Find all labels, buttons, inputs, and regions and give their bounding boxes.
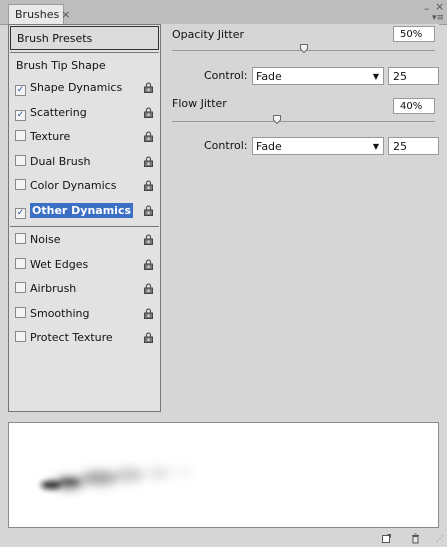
- opacity-control-value: Fade: [256, 70, 282, 83]
- opacity-jitter-input[interactable]: 50%: [393, 26, 435, 42]
- new-preset-icon[interactable]: [381, 533, 392, 544]
- option-item[interactable]: ✓ Other Dynamics: [9, 200, 160, 225]
- lock-icon[interactable]: [144, 204, 153, 216]
- lock-icon[interactable]: [144, 307, 153, 319]
- opacity-jitter-slider-thumb[interactable]: [300, 44, 308, 53]
- brush-tip-shape-item[interactable]: Brush Tip Shape: [9, 55, 160, 77]
- dropdown-arrow-icon: ▼: [372, 142, 379, 151]
- checkbox[interactable]: ✓: [15, 109, 26, 121]
- tab-brushes[interactable]: Brushes ×: [8, 4, 70, 24]
- brush-stroke-preview-image: [41, 467, 194, 489]
- option-item[interactable]: ✓ Scattering: [9, 102, 160, 127]
- brush-presets-button[interactable]: Brush Presets: [10, 26, 159, 50]
- checkbox[interactable]: ✓: [15, 85, 26, 96]
- flow-control-select[interactable]: Fade ▼: [252, 137, 384, 155]
- flow-jitter-slider-thumb[interactable]: [273, 115, 281, 124]
- option-item[interactable]: Wet Edges: [9, 254, 160, 279]
- minimize-icon[interactable]: –: [424, 3, 430, 14]
- flow-fade-steps-input[interactable]: 25: [388, 137, 439, 155]
- lock-icon[interactable]: [144, 332, 153, 343]
- dropdown-arrow-icon: ▼: [372, 72, 379, 81]
- option-item[interactable]: Texture: [9, 126, 160, 151]
- option-label: Color Dynamics: [30, 179, 117, 192]
- checkbox[interactable]: [15, 306, 26, 318]
- option-label: Noise: [30, 233, 61, 246]
- flow-jitter-label: Flow Jitter: [172, 97, 227, 110]
- flow-jitter-slider-track[interactable]: [172, 121, 435, 122]
- lock-icon[interactable]: [144, 82, 153, 93]
- brush-tip-shape-label: Brush Tip Shape: [16, 59, 106, 72]
- settings-area: Opacity Jitter 50% Control: Fade ▼ 25 Fl…: [172, 24, 439, 414]
- checkbox[interactable]: [15, 331, 26, 342]
- brush-settings-panel: Brush Presets Brush Tip Shape ✓ Shape Dyn…: [8, 24, 439, 414]
- lock-icon[interactable]: [144, 283, 153, 294]
- option-label: Shape Dynamics: [30, 81, 123, 94]
- flow-control-value: Fade: [256, 140, 282, 153]
- brush-stroke-preview: [8, 422, 439, 528]
- lock-icon[interactable]: [144, 131, 153, 142]
- lock-icon[interactable]: [144, 234, 153, 245]
- checkbox[interactable]: [15, 282, 26, 293]
- flow-jitter-input[interactable]: 40%: [393, 98, 435, 114]
- panel-bottom-bar: ⋰: [0, 530, 447, 547]
- opacity-control-select[interactable]: Fade ▼: [252, 67, 384, 85]
- brush-options-list: Brush Presets Brush Tip Shape ✓ Shape Dyn…: [8, 24, 161, 412]
- close-icon[interactable]: ×: [435, 1, 444, 12]
- option-item[interactable]: Airbrush: [9, 278, 160, 303]
- option-item[interactable]: Color Dynamics: [9, 175, 160, 200]
- option-label: Wet Edges: [30, 257, 89, 271]
- checkbox[interactable]: [15, 130, 26, 141]
- option-label: Protect Texture: [30, 331, 113, 344]
- opacity-control-label: Control:: [204, 69, 248, 82]
- flow-control-label: Control:: [204, 139, 248, 152]
- brush-presets-label: Brush Presets: [17, 32, 93, 45]
- resize-grip-icon[interactable]: ⋰: [436, 534, 444, 543]
- lock-icon[interactable]: [144, 258, 153, 270]
- checkbox[interactable]: ✓: [15, 207, 26, 219]
- lock-icon[interactable]: [144, 106, 153, 118]
- option-label: Texture: [30, 130, 71, 143]
- divider: [10, 52, 159, 53]
- option-item[interactable]: Protect Texture: [9, 327, 160, 352]
- checkbox[interactable]: [15, 257, 26, 269]
- opacity-fade-steps-input[interactable]: 25: [388, 67, 439, 85]
- tab-close-icon[interactable]: ×: [61, 8, 70, 21]
- option-label: Airbrush: [30, 282, 77, 295]
- trash-icon[interactable]: [410, 533, 421, 544]
- tab-brushes-label: Brushes: [15, 8, 60, 21]
- option-item[interactable]: Dual Brush: [9, 151, 160, 176]
- option-label: Dual Brush: [30, 154, 91, 168]
- option-label: Smoothing: [30, 306, 90, 320]
- option-item[interactable]: ✓ Shape Dynamics: [9, 77, 160, 102]
- option-label: Scattering: [30, 105, 87, 119]
- divider: [10, 226, 159, 227]
- panel-menu-icon[interactable]: ▾≡: [432, 13, 444, 24]
- panel-titlebar: Brushes × – × ▾≡: [0, 0, 447, 25]
- checkbox[interactable]: [15, 179, 26, 190]
- option-item[interactable]: Smoothing: [9, 303, 160, 328]
- checkbox[interactable]: [15, 154, 26, 166]
- opacity-jitter-label: Opacity Jitter: [172, 28, 245, 41]
- lock-icon[interactable]: [144, 180, 153, 191]
- checkbox[interactable]: [15, 233, 26, 244]
- option-label: Other Dynamics: [30, 202, 134, 218]
- lock-icon[interactable]: [144, 155, 153, 167]
- option-item[interactable]: Noise: [9, 229, 160, 254]
